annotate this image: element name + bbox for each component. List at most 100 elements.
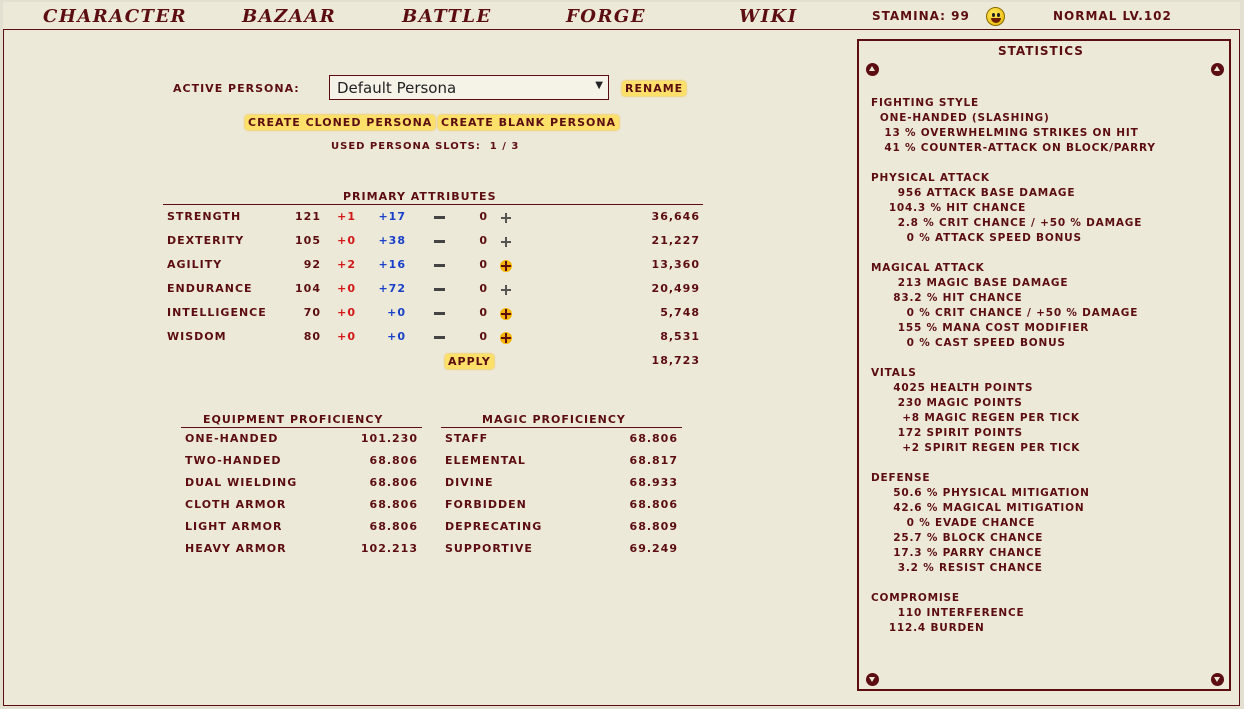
attribute-name: WISDOM [167,330,227,343]
rename-button[interactable]: RENAME [622,81,687,96]
difficulty-level: NORMAL LV.102 [1053,9,1172,23]
statistics-line: 155 % MANA COST MODIFIER [871,322,1090,334]
persona-select[interactable]: Default Persona ▼ [329,75,609,100]
stamina-smiley-icon [986,7,1005,26]
statistics-line: 41 % COUNTER-ATTACK ON BLOCK/PARRY [871,142,1156,154]
attribute-mod-blue: +38 [378,234,406,247]
attribute-mod-red: +0 [337,306,356,319]
statistics-line: DEFENSE [871,472,931,484]
attribute-mod-red: +0 [337,330,356,343]
increase-icon[interactable] [500,260,512,272]
attribute-mod-blue: +72 [378,282,406,295]
nav-wiki[interactable]: WIKI [739,6,798,27]
magic-proficiency-name: DEPRECATING [445,520,543,533]
decrease-icon[interactable] [434,336,445,339]
equipment-proficiency-name: LIGHT ARMOR [185,520,283,533]
attribute-mod-blue: +17 [378,210,406,223]
equipment-proficiency-name: ONE-HANDED [185,432,279,445]
equipment-proficiency-value: 68.806 [369,476,418,489]
chevron-down-icon: ▼ [595,80,603,91]
statistics-line: 0 % CRIT CHANCE / +50 % DAMAGE [871,307,1139,319]
attribute-alloc: 0 [479,282,488,295]
attribute-cost: 8,531 [660,330,700,343]
attribute-name: DEXTERITY [167,234,245,247]
statistics-line: 172 SPIRIT POINTS [871,427,1023,439]
attribute-mod-red: +1 [337,210,356,223]
scroll-down-icon[interactable] [866,673,879,686]
attribute-cost: 20,499 [651,282,700,295]
statistics-line: 42.6 % MAGICAL MITIGATION [871,502,1085,514]
statistics-line: PHYSICAL ATTACK [871,172,990,184]
scroll-up-right-icon[interactable] [1211,63,1224,76]
statistics-line: 83.2 % HIT CHANCE [871,292,1023,304]
attribute-base: 92 [303,258,321,271]
attribute-alloc: 0 [479,306,488,319]
decrease-icon[interactable] [434,288,445,291]
magic-proficiency-value: 68.806 [629,432,678,445]
statistics-line: 110 INTERFERENCE [871,607,1025,619]
equipment-proficiency-value: 68.806 [369,498,418,511]
statistics-line: VITALS [871,367,917,379]
equipment-proficiency-value: 68.806 [369,520,418,533]
persona-select-value: Default Persona [337,79,457,97]
attribute-mod-blue: +0 [387,306,406,319]
equipment-proficiency-name: TWO-HANDED [185,454,282,467]
attribute-name: ENDURANCE [167,282,253,295]
increase-icon[interactable] [500,308,512,320]
statistics-line: 3.2 % RESIST CHANCE [871,562,1043,574]
statistics-line: 50.6 % PHYSICAL MITIGATION [871,487,1090,499]
equipment-proficiency-title: EQUIPMENT PROFICIENCY [203,413,384,426]
statistics-line: FIGHTING STYLE [871,97,980,109]
decrease-icon[interactable] [434,264,445,267]
increase-icon[interactable] [500,284,512,296]
scroll-up-icon[interactable] [866,63,879,76]
attribute-alloc: 0 [479,258,488,271]
equipment-proficiency-value: 101.230 [360,432,418,445]
attribute-alloc: 0 [479,234,488,247]
top-nav-bar: CHARACTER BAZAAR BATTLE FORGE WIKI STAMI… [3,2,1240,30]
decrease-icon[interactable] [434,216,445,219]
attribute-name: INTELLIGENCE [167,306,267,319]
attribute-mod-red: +0 [337,282,356,295]
attribute-mod-red: +2 [337,258,356,271]
statistics-line: +8 MAGIC REGEN PER TICK [871,412,1080,424]
magic-proficiency-name: STAFF [445,432,489,445]
magic-proficiency-name: SUPPORTIVE [445,542,533,555]
magic-proficiency-name: ELEMENTAL [445,454,526,467]
apply-button[interactable]: APPLY [445,354,494,369]
attribute-alloc: 0 [479,330,488,343]
statistics-line: 0 % CAST SPEED BONUS [871,337,1066,349]
equipment-divider [181,427,422,428]
equipment-proficiency-name: HEAVY ARMOR [185,542,287,555]
attribute-cost: 13,360 [651,258,700,271]
nav-bazaar[interactable]: BAZAAR [242,6,336,27]
primary-attributes-title: PRIMARY ATTRIBUTES [343,190,497,203]
magic-proficiency-name: DIVINE [445,476,494,489]
magic-divider [441,427,682,428]
increase-icon[interactable] [500,332,512,344]
total-cost: 18,723 [651,354,700,367]
increase-icon[interactable] [500,212,512,224]
nav-forge[interactable]: FORGE [566,6,646,27]
statistics-line: ONE-HANDED (SLASHING) [871,112,1050,124]
decrease-icon[interactable] [434,240,445,243]
attribute-name: AGILITY [167,258,223,271]
scroll-down-right-icon[interactable] [1211,673,1224,686]
statistics-line: 112.4 BURDEN [871,622,985,634]
equipment-proficiency-name: CLOTH ARMOR [185,498,287,511]
statistics-line: 230 MAGIC POINTS [871,397,1023,409]
increase-icon[interactable] [500,236,512,248]
equipment-proficiency-value: 102.213 [360,542,418,555]
statistics-line: 4025 HEALTH POINTS [871,382,1034,394]
attribute-alloc: 0 [479,210,488,223]
statistics-line: 0 % ATTACK SPEED BONUS [871,232,1082,244]
create-blank-persona-button[interactable]: CREATE BLANK PERSONA [438,115,620,130]
magic-proficiency-value: 69.249 [629,542,678,555]
equipment-proficiency-name: DUAL WIELDING [185,476,298,489]
nav-character[interactable]: CHARACTER [43,6,187,27]
persona-slots: USED PERSONA SLOTS: 1 / 3 [331,141,520,152]
decrease-icon[interactable] [434,312,445,315]
nav-battle[interactable]: BATTLE [402,6,492,27]
create-cloned-persona-button[interactable]: CREATE CLONED PERSONA [245,115,436,130]
magic-proficiency-value: 68.809 [629,520,678,533]
